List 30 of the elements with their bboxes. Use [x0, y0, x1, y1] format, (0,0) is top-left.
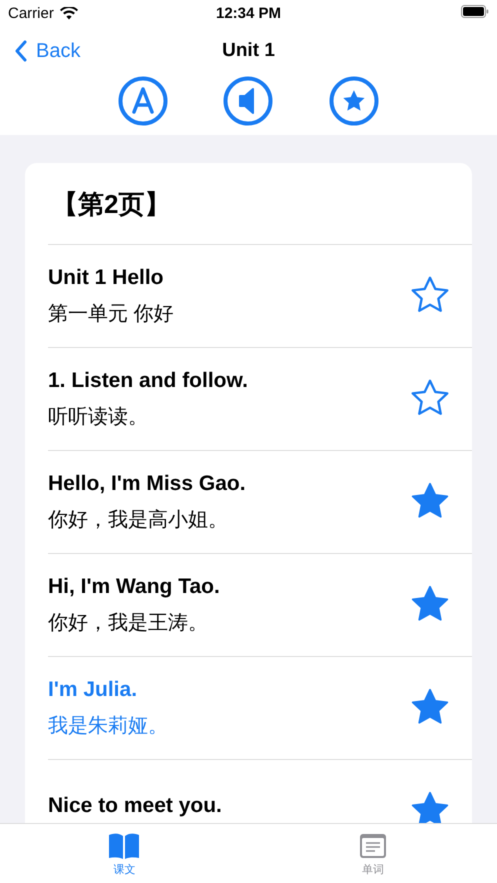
back-button[interactable]: Back [0, 40, 80, 62]
chinese-translation: 第一单元 你好 [48, 302, 174, 326]
book-icon [108, 833, 140, 859]
english-sentence: Nice to meet you. [48, 794, 222, 818]
english-sentence: Hi, I'm Wang Tao. [48, 574, 220, 598]
letter-a-icon[interactable] [118, 76, 168, 126]
nav-title: Unit 1 [222, 40, 275, 62]
sentence-row[interactable]: Hello, I'm Miss Gao. 你好，我是高小姐。 [48, 451, 472, 554]
sentence-row[interactable]: Hi, I'm Wang Tao. 你好，我是王涛。 [48, 554, 472, 657]
chinese-translation: 你好，我是高小姐。 [48, 508, 229, 532]
english-sentence: I'm Julia. [48, 678, 138, 702]
page-title: 【第2页】 [48, 163, 472, 245]
chinese-translation: 听听读读。 [48, 404, 149, 430]
tab-bar-item[interactable]: 课文 [0, 824, 248, 883]
filled-star-icon[interactable] [410, 791, 450, 823]
sentence-row[interactable]: I'm Julia. 我是朱莉娅。 [48, 657, 472, 760]
wifi-icon [60, 6, 78, 20]
speaker-icon[interactable] [223, 76, 274, 126]
chinese-translation: 你好，我是王涛。 [48, 610, 209, 636]
english-sentence: Unit 1 Hello [48, 266, 165, 290]
english-sentence: Hello, I'm Miss Gao. [48, 472, 246, 496]
clock-time: 12:34 PM [216, 4, 282, 22]
chevron-left-icon [14, 40, 28, 62]
sentence-row[interactable]: 1. Listen and follow. 听听读读。 [48, 348, 472, 451]
carrier-label: Carrier [8, 4, 54, 22]
sentence-row[interactable]: Unit 1 Hello 第一单元 你好 [48, 245, 472, 348]
document-icon [358, 833, 387, 859]
battery-icon [461, 4, 489, 18]
chinese-translation: 我是朱莉娅。 [48, 714, 168, 738]
english-sentence: 1. Listen and follow. [48, 368, 248, 392]
